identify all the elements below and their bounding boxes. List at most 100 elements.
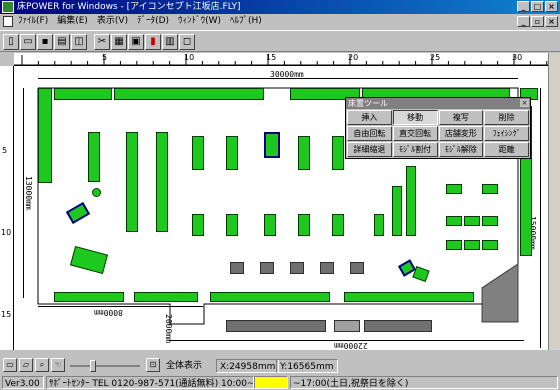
gray-fixture[interactable] <box>226 320 326 332</box>
gray-fixture[interactable] <box>290 262 304 274</box>
palette-detail-shrink-button[interactable]: 詳細縮退 <box>347 142 392 157</box>
version-text: Ver3.00 <box>2 376 44 389</box>
fixture[interactable] <box>192 214 204 236</box>
open-icon[interactable]: ▭ <box>20 34 36 50</box>
minimize-button[interactable]: _ <box>517 1 530 12</box>
zoom-slider-thumb[interactable] <box>90 360 96 372</box>
fixture[interactable] <box>54 88 112 100</box>
fixture-selected[interactable] <box>264 132 280 158</box>
fixture[interactable] <box>114 88 264 100</box>
new-icon[interactable]: ▯ <box>3 34 19 50</box>
document-icon[interactable] <box>3 16 13 27</box>
tool-palette: 床置ツール × 挿入 移動 複写 削除 自由回転 直交回転 店舗変形 ﾌｪｲｼﾝ… <box>345 97 531 159</box>
palette-module-assign-button[interactable]: ﾓｼﾞﾙ割付 <box>392 142 438 157</box>
window-icon[interactable]: ◻ <box>179 34 195 50</box>
menu-file[interactable]: ﾌｧｲﾙ(F) <box>18 14 48 29</box>
fixture[interactable] <box>226 214 238 236</box>
fixture[interactable] <box>406 166 416 236</box>
palette-free-rotate-button[interactable]: 自由回転 <box>347 126 392 141</box>
gray-fixture[interactable] <box>260 262 274 274</box>
copy-icon[interactable]: ▦ <box>111 34 127 50</box>
vertical-scrollbar[interactable] <box>548 53 560 350</box>
ruler-label: 5 <box>102 53 108 62</box>
fixture[interactable] <box>482 184 498 194</box>
palette-store-transform-button[interactable]: 店舗変形 <box>438 126 484 141</box>
fit-all-button[interactable]: 全体表示 <box>166 359 202 373</box>
mdi-restore-button[interactable]: ▫ <box>531 16 544 27</box>
gray-fixture[interactable] <box>350 262 364 274</box>
palette-copy-button[interactable]: 複写 <box>438 110 484 125</box>
fixture[interactable] <box>192 136 204 170</box>
zoom-slider-track[interactable] <box>70 365 140 367</box>
fixture[interactable] <box>392 186 402 236</box>
fit-icon[interactable]: ⊡ <box>146 358 160 372</box>
mdi-close-button[interactable]: × <box>545 16 558 27</box>
fixture[interactable] <box>332 214 344 236</box>
select-icon[interactable]: ▭ <box>3 358 17 372</box>
fixture-round[interactable] <box>92 188 101 197</box>
ruler-top: 5 10 15 20 25 30 <box>14 53 548 66</box>
palette-titlebar[interactable]: 床置ツール × <box>346 98 530 109</box>
ruler-label: 15 <box>1 310 12 319</box>
preview-icon[interactable]: ◫ <box>71 34 87 50</box>
fixture[interactable] <box>298 136 310 170</box>
ruler-left: 5 10 15 <box>0 66 14 350</box>
fixture[interactable] <box>126 132 138 232</box>
zoom-icon[interactable]: ⌕ <box>35 358 49 372</box>
menu-edit[interactable]: 編集(E) <box>57 14 88 29</box>
layout-icon[interactable]: ▥ <box>162 34 178 50</box>
gray-fixture[interactable] <box>364 320 432 332</box>
fixture[interactable] <box>38 88 52 183</box>
fixture[interactable] <box>298 214 310 236</box>
palette-distance-button[interactable]: 距離 <box>484 142 529 157</box>
fixture[interactable] <box>264 214 276 236</box>
menu-help[interactable]: ﾍﾙﾌﾟ(H) <box>230 14 262 29</box>
fixture[interactable] <box>464 216 480 226</box>
fixture[interactable] <box>88 132 100 182</box>
palette-close-button[interactable]: × <box>520 99 529 107</box>
palette-move-button[interactable]: 移動 <box>392 110 438 125</box>
palette-delete-button[interactable]: 削除 <box>484 110 529 125</box>
fixture[interactable] <box>446 216 462 226</box>
hand-icon[interactable]: ☜ <box>51 358 65 372</box>
fixture[interactable] <box>482 240 498 250</box>
gray-fixture[interactable] <box>334 320 360 332</box>
close-button[interactable]: × <box>545 1 558 12</box>
paste-icon[interactable]: ▣ <box>128 34 144 50</box>
cut-icon[interactable]: ✂ <box>94 34 110 50</box>
menu-view[interactable]: 表示(V) <box>97 14 128 29</box>
print-icon[interactable]: ▤ <box>54 34 70 50</box>
palette-insert-button[interactable]: 挿入 <box>347 110 392 125</box>
bottom-toolbar: ▭ ▱ ⌕ ☜ ⊡ 全体表示 X:24958mm Y:16565mm <box>0 358 560 374</box>
chart-icon[interactable]: ▮ <box>145 34 161 50</box>
fixture[interactable] <box>482 216 498 226</box>
fixture[interactable] <box>446 184 462 194</box>
app-icon[interactable] <box>2 1 14 13</box>
title-bar[interactable]: 床POWER for Windows - [アイコンセプト江坂店.FLY] _ … <box>0 0 560 14</box>
palette-facing-button[interactable]: ﾌｪｲｼﾝｸﾞ <box>484 126 529 141</box>
fixture[interactable] <box>134 292 198 302</box>
gray-fixture[interactable] <box>230 262 244 274</box>
fixture[interactable] <box>54 292 124 302</box>
ruler-label: 10 <box>184 53 195 62</box>
ruler-label: 30 <box>512 53 523 62</box>
fixture[interactable] <box>374 214 384 236</box>
fixture[interactable] <box>156 132 168 232</box>
fixture[interactable] <box>210 292 330 302</box>
save-icon[interactable]: ▪ <box>37 34 53 50</box>
menu-window[interactable]: ｳｨﾝﾄﾞｳ(W) <box>178 14 221 29</box>
fixture[interactable] <box>464 240 480 250</box>
maximize-button[interactable]: □ <box>531 1 544 12</box>
fixture[interactable] <box>446 240 462 250</box>
fixture[interactable] <box>226 136 238 170</box>
menu-data[interactable]: ﾃﾞｰﾀ(D) <box>137 14 169 29</box>
fixture[interactable] <box>332 136 344 170</box>
zoom-out-icon[interactable]: ▱ <box>19 358 33 372</box>
palette-module-release-button[interactable]: ﾓｼﾞﾙ解除 <box>438 142 484 157</box>
fixture[interactable] <box>344 292 474 302</box>
gray-fixture[interactable] <box>320 262 334 274</box>
palette-ortho-rotate-button[interactable]: 直交回転 <box>392 126 438 141</box>
mdi-minimize-button[interactable]: _ <box>517 16 530 27</box>
ruler-label: 5 <box>2 146 8 155</box>
ruler-label: 15 <box>266 53 277 62</box>
